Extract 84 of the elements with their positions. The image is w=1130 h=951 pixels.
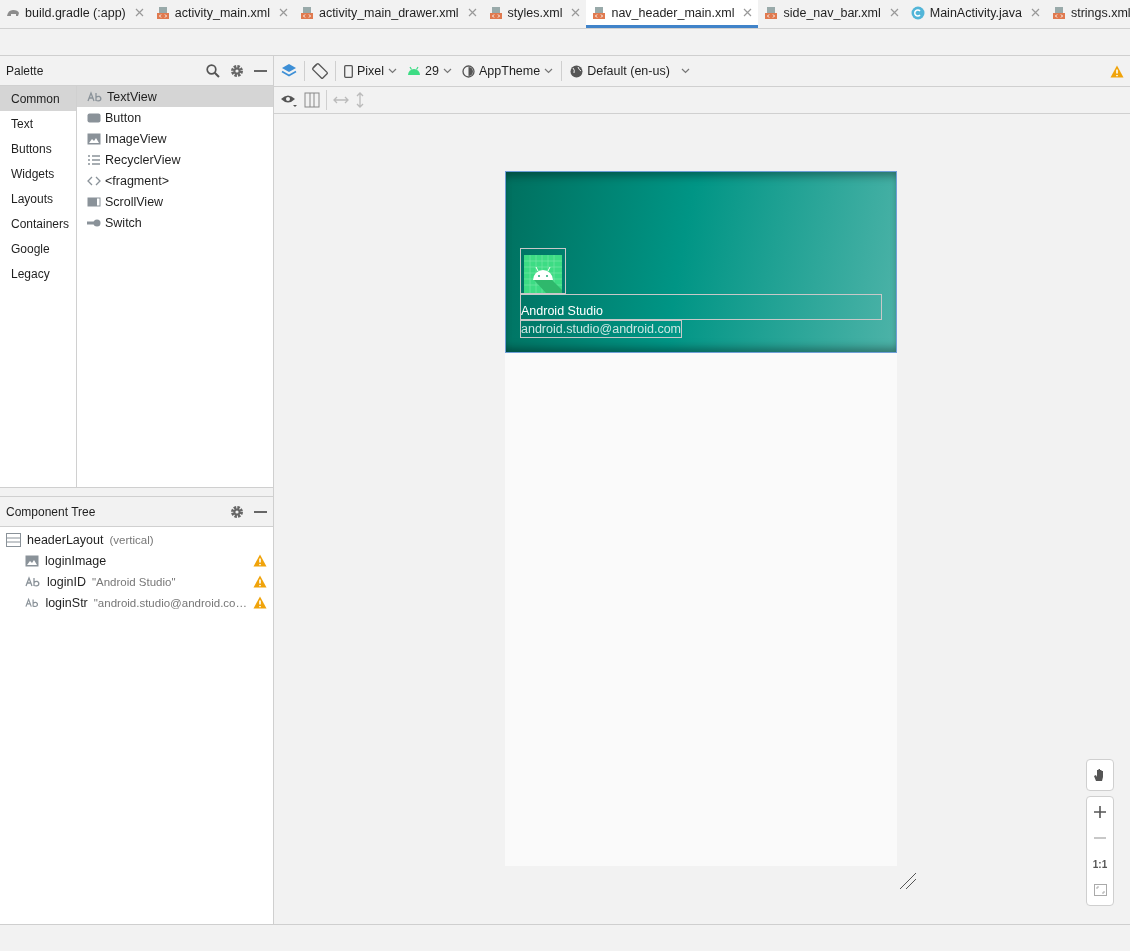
category-item[interactable]: Layouts bbox=[0, 186, 76, 211]
palette-item[interactable]: ImageView bbox=[77, 128, 273, 149]
editor-tab[interactable]: strings.xml bbox=[1045, 0, 1130, 28]
category-item[interactable]: Buttons bbox=[0, 136, 76, 161]
xml-file-icon bbox=[155, 5, 170, 20]
category-item[interactable]: Text bbox=[0, 111, 76, 136]
category-item[interactable]: Widgets bbox=[0, 161, 76, 186]
caret-icon bbox=[388, 68, 398, 74]
tree-item[interactable]: loginStr bbox=[45, 595, 88, 610]
text-icon bbox=[87, 89, 103, 104]
xml-file-icon bbox=[1051, 5, 1066, 20]
api-level-dropdown[interactable]: 29 bbox=[405, 64, 454, 78]
xml-file-icon bbox=[488, 5, 503, 20]
editor-tab[interactable]: build.gradle (:app) bbox=[0, 0, 150, 28]
fit-screen-icon bbox=[1093, 884, 1107, 896]
editor-tab[interactable]: nav_header_main.xml bbox=[586, 0, 759, 28]
user-email: android.studio@android.com bbox=[520, 320, 682, 338]
eye-icon[interactable] bbox=[280, 93, 298, 107]
plus-icon bbox=[1094, 806, 1106, 818]
warning-icon bbox=[253, 575, 267, 588]
category-item[interactable]: Common bbox=[0, 86, 76, 111]
panel-title: Component Tree bbox=[6, 504, 97, 519]
editor-tab[interactable]: activity_main_drawer.xml bbox=[293, 0, 483, 28]
settings-icon[interactable] bbox=[230, 63, 244, 78]
globe-icon bbox=[570, 64, 584, 78]
android-image-icon bbox=[524, 255, 562, 293]
category-item[interactable]: Google bbox=[0, 236, 76, 261]
close-icon[interactable] bbox=[278, 8, 288, 17]
close-icon[interactable] bbox=[467, 8, 477, 17]
search-icon[interactable] bbox=[206, 63, 220, 78]
device-dropdown[interactable]: Pixel bbox=[342, 64, 400, 78]
warning-icon bbox=[253, 554, 267, 567]
phone-icon bbox=[344, 64, 353, 78]
caret-icon bbox=[443, 68, 452, 74]
xml-file-icon bbox=[764, 5, 779, 20]
horizontal-arrows-icon[interactable] bbox=[333, 95, 349, 105]
tree-item[interactable]: loginID bbox=[47, 574, 86, 589]
warning-icon bbox=[1110, 64, 1124, 78]
vertical-arrows-icon[interactable] bbox=[355, 92, 365, 108]
xml-file-icon bbox=[592, 5, 607, 20]
resize-handle-icon[interactable] bbox=[899, 872, 917, 890]
text-icon bbox=[25, 574, 41, 589]
editor-tab[interactable]: styles.xml bbox=[482, 0, 587, 28]
palette-item[interactable]: TextView bbox=[77, 86, 273, 107]
layout-icon bbox=[6, 532, 21, 547]
settings-icon[interactable] bbox=[230, 504, 244, 519]
list-icon bbox=[87, 152, 101, 167]
palette-item[interactable]: Switch bbox=[77, 212, 273, 233]
close-icon[interactable] bbox=[571, 8, 581, 17]
rotate-icon[interactable] bbox=[311, 62, 329, 80]
category-item[interactable]: Containers bbox=[0, 211, 76, 236]
close-icon[interactable] bbox=[743, 8, 753, 17]
xml-file-icon bbox=[299, 5, 314, 20]
close-icon[interactable] bbox=[1030, 8, 1040, 17]
tree-item[interactable]: headerLayout bbox=[27, 532, 104, 547]
tree-item-detail: (vertical) bbox=[109, 533, 155, 546]
android-icon bbox=[407, 66, 422, 76]
image-icon bbox=[87, 131, 101, 146]
editor-tab[interactable]: MainActivity.java bbox=[904, 0, 1046, 28]
text-icon bbox=[25, 595, 40, 610]
close-icon[interactable] bbox=[134, 8, 144, 17]
tree-item[interactable]: loginImage bbox=[45, 553, 107, 568]
caret-icon bbox=[680, 68, 690, 74]
theme-dropdown[interactable]: AppTheme bbox=[460, 64, 556, 78]
tree-item-detail: "android.studio@android.co… bbox=[93, 596, 247, 609]
tree-item-detail: "Android Studio" bbox=[91, 575, 177, 588]
category-item[interactable]: Legacy bbox=[0, 261, 76, 286]
close-icon[interactable] bbox=[889, 8, 899, 17]
class-icon bbox=[910, 5, 925, 20]
minus-icon bbox=[1094, 836, 1106, 840]
panel-title: Palette bbox=[6, 63, 45, 78]
image-icon bbox=[25, 553, 39, 568]
palette-item[interactable]: ScrollView bbox=[77, 191, 273, 212]
locale-dropdown[interactable]: Default (en-us) bbox=[568, 64, 692, 78]
user-name: Android Studio bbox=[521, 303, 603, 319]
editor-tab[interactable]: side_nav_bar.xml bbox=[758, 0, 905, 28]
theme-icon bbox=[462, 64, 475, 78]
warning-icon bbox=[253, 596, 267, 609]
palette-item[interactable]: RecyclerView bbox=[77, 149, 273, 170]
palette-item[interactable]: Button bbox=[77, 107, 273, 128]
caret-icon bbox=[544, 68, 554, 74]
palette-item[interactable]: <fragment> bbox=[77, 170, 273, 191]
columns-icon[interactable] bbox=[304, 92, 320, 108]
editor-tab[interactable]: activity_main.xml bbox=[149, 0, 294, 28]
